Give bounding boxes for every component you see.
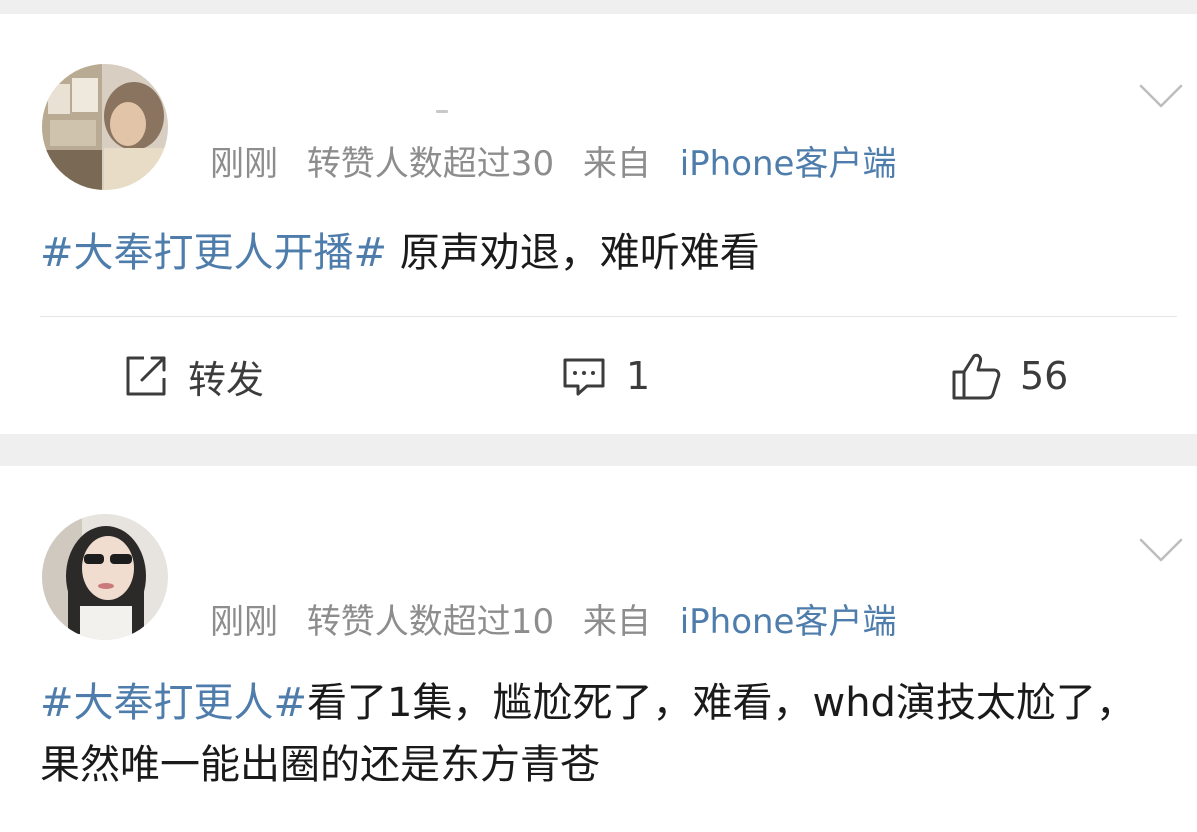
repost-button[interactable]: 转发 (122, 348, 264, 404)
hashtag-link[interactable]: #大奉打更人开播# (40, 230, 387, 276)
post-card: 刚刚 转赞人数超过30 来自 iPhone客户端 #大奉打更人开播# 原声劝退，… (0, 14, 1197, 434)
repost-stat: 转赞人数超过30 (306, 144, 555, 184)
post-meta: 刚刚 转赞人数超过30 来自 iPhone客户端 (210, 138, 896, 190)
post-time: 刚刚 (210, 144, 278, 184)
avatar[interactable] (42, 514, 168, 640)
repost-label: 转发 (188, 357, 265, 402)
source-prefix: 来自 (582, 144, 651, 184)
post-time: 刚刚 (210, 602, 278, 642)
chevron-down-icon[interactable] (1138, 536, 1184, 564)
like-button[interactable]: 56 (950, 348, 1068, 404)
username[interactable] (436, 110, 448, 113)
like-icon (950, 350, 1002, 402)
post-text: #大奉打更人#看了1集，尴尬死了，难看，whd演技太尬了，果然唯一能出圈的还是东… (40, 672, 1167, 796)
divider (40, 316, 1177, 317)
hashtag-link[interactable]: #大奉打更人# (40, 680, 307, 726)
like-count: 56 (1020, 354, 1069, 398)
post-text: #大奉打更人开播# 原声劝退，难听难看 (40, 222, 1167, 284)
source-link[interactable]: iPhone客户端 (680, 144, 897, 184)
post-body: 原声劝退，难听难看 (387, 230, 760, 276)
post-meta: 刚刚 转赞人数超过10 来自 iPhone客户端 (210, 596, 896, 648)
comment-icon (560, 352, 608, 400)
repost-stat: 转赞人数超过10 (306, 602, 555, 642)
repost-icon (122, 352, 170, 400)
comment-count: 1 (626, 354, 651, 398)
post-card: 刚刚 转赞人数超过10 来自 iPhone客户端 #大奉打更人#看了1集，尴尬死… (0, 466, 1197, 832)
source-prefix: 来自 (582, 602, 651, 642)
comment-button[interactable]: 1 (560, 348, 650, 404)
source-link[interactable]: iPhone客户端 (680, 602, 897, 642)
chevron-down-icon[interactable] (1138, 82, 1184, 110)
avatar[interactable] (42, 64, 168, 190)
